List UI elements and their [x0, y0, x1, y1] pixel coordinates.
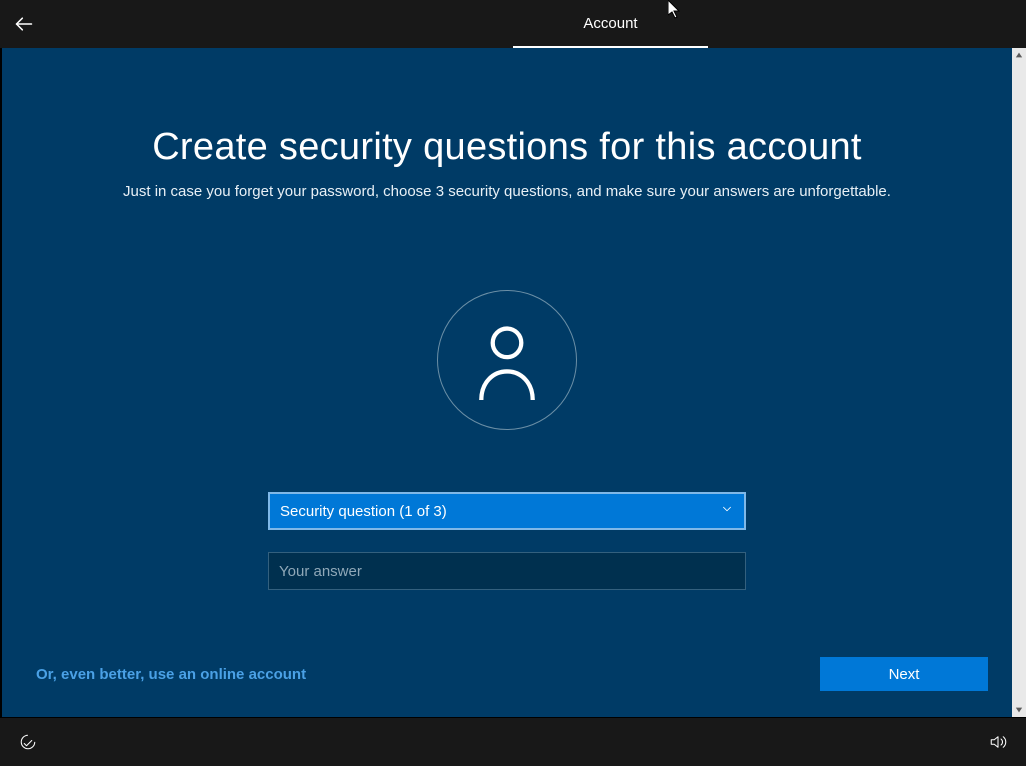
chevron-down-icon: [720, 502, 734, 520]
ease-of-access-icon: [19, 733, 37, 751]
back-arrow-icon: [14, 14, 34, 34]
security-question-form: Security question (1 of 3): [268, 492, 746, 590]
top-bar: Account: [0, 0, 1026, 48]
footer-row: Or, even better, use an online account N…: [36, 657, 988, 691]
online-account-link[interactable]: Or, even better, use an online account: [36, 666, 306, 683]
tab-prev[interactable]: [318, 0, 513, 48]
page-title: Create security questions for this accou…: [2, 126, 1012, 169]
tab-strip: Account: [318, 0, 708, 48]
vertical-scrollbar[interactable]: [1012, 48, 1026, 717]
bottom-bar: [0, 718, 1026, 766]
main-panel: Create security questions for this accou…: [2, 48, 1012, 717]
user-icon: [472, 320, 542, 400]
answer-input[interactable]: [268, 552, 746, 590]
scroll-up-button[interactable]: [1012, 48, 1026, 62]
avatar: [437, 290, 577, 430]
tab-account[interactable]: Account: [513, 0, 708, 48]
security-question-dropdown[interactable]: Security question (1 of 3): [268, 492, 746, 530]
volume-button[interactable]: [986, 730, 1010, 754]
volume-icon: [989, 733, 1007, 751]
scroll-down-button[interactable]: [1012, 703, 1026, 717]
back-button[interactable]: [0, 0, 48, 48]
dropdown-label: Security question (1 of 3): [280, 503, 447, 520]
ease-of-access-button[interactable]: [16, 730, 40, 754]
next-button[interactable]: Next: [820, 657, 988, 691]
page-subtitle: Just in case you forget your password, c…: [2, 183, 1012, 200]
